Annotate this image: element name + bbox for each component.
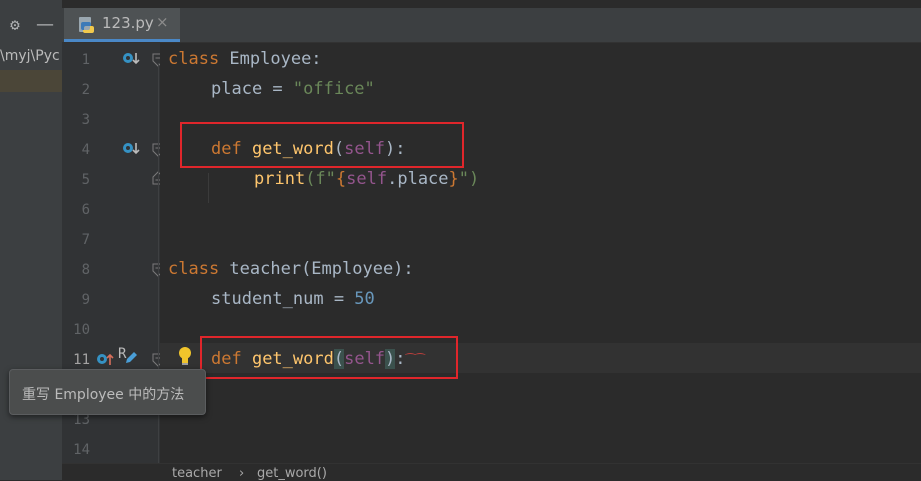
- line-number: 14: [73, 442, 90, 458]
- indent-guide: [208, 173, 209, 203]
- code-editor[interactable]: class Employee: place = "office" def get…: [160, 43, 921, 463]
- line-number: 1: [81, 52, 90, 68]
- breadcrumb-separator: ›: [239, 466, 245, 481]
- code-line: class teacher(Employee):: [168, 259, 414, 279]
- code-line: print(f"{self.place}"): [254, 169, 480, 189]
- editor-tab-bar: 123.py ×: [62, 8, 921, 43]
- code-line: place = "office": [211, 79, 375, 99]
- code-line: class Employee:: [168, 49, 322, 69]
- overridden-marker-icon[interactable]: [122, 140, 140, 158]
- tooltip: 重写 Employee 中的方法: [9, 369, 206, 415]
- project-selected-row[interactable]: [0, 70, 62, 92]
- line-number: 3: [81, 112, 90, 128]
- line-number: 10: [73, 322, 90, 338]
- line-number: 8: [81, 262, 90, 278]
- highlight-box-override-method: [200, 336, 458, 379]
- tab-title: 123.py: [102, 14, 154, 32]
- line-number: 2: [81, 82, 90, 98]
- edit-pencil-icon[interactable]: [122, 349, 140, 367]
- gear-icon[interactable]: ⚙: [6, 15, 24, 35]
- line-number: 9: [81, 292, 90, 308]
- project-path[interactable]: \myj\Pyc: [0, 45, 62, 67]
- line-number: 6: [81, 202, 90, 218]
- close-icon[interactable]: ×: [156, 13, 169, 31]
- tooltip-text: 重写 Employee 中的方法: [22, 387, 185, 403]
- line-number: 4: [81, 142, 90, 158]
- line-number: 7: [81, 232, 90, 248]
- breadcrumb-method[interactable]: get_word(): [257, 466, 327, 481]
- subclassed-marker-icon[interactable]: [122, 50, 140, 68]
- minimize-icon[interactable]: —: [36, 15, 54, 35]
- overrides-marker-icon[interactable]: [96, 350, 114, 368]
- breadcrumb: teacher › get_word(): [62, 463, 921, 481]
- line-number: 5: [81, 172, 90, 188]
- line-number-current: 11: [73, 352, 90, 368]
- breadcrumb-class[interactable]: teacher: [172, 466, 222, 481]
- lightbulb-icon[interactable]: [176, 345, 194, 367]
- tab-123-py[interactable]: 123.py ×: [64, 8, 180, 42]
- python-file-icon: [79, 17, 94, 33]
- code-line: student_num = 50: [211, 289, 375, 309]
- active-tab-indicator: [64, 39, 180, 42]
- highlight-box-parent-method: [180, 122, 464, 168]
